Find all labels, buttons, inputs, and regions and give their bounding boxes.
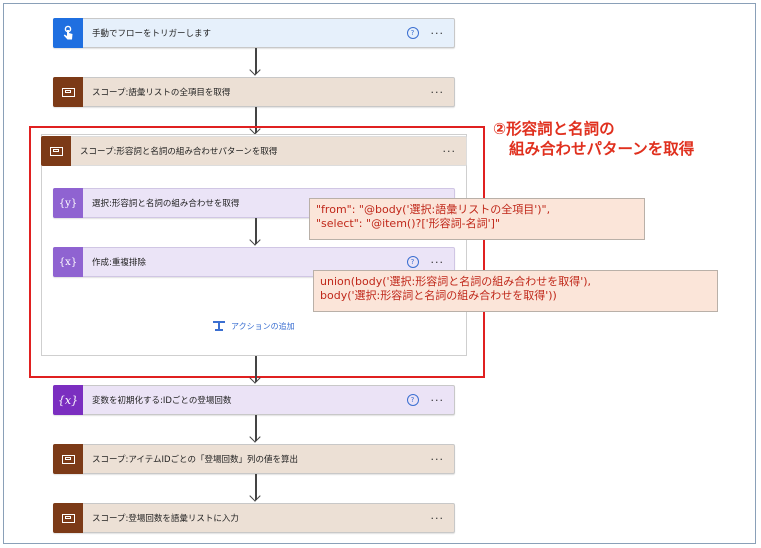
select-expression-callout: "from": "@body('選択:語彙リストの全項目')", "select… — [309, 198, 645, 240]
scope-card-input-count[interactable]: スコープ:登場回数を語彙リストに入力 ··· — [53, 503, 455, 533]
hand-touch-icon — [53, 18, 83, 48]
scope-card-item-count[interactable]: スコープ:アイテムIDごとの「登場回数」列の値を算出 ··· — [53, 444, 455, 474]
scope-card-vocab-all-items[interactable]: スコープ:語彙リストの全項目を取得 ··· — [53, 77, 455, 107]
connector-arrow — [249, 415, 262, 445]
scope-label: スコープ:語彙リストの全項目を取得 — [92, 88, 231, 98]
variable-label: 変数を初期化する:IDごとの登場回数 — [92, 396, 232, 406]
more-options-icon[interactable]: ··· — [431, 28, 445, 39]
more-options-icon[interactable]: ··· — [431, 454, 445, 465]
scope-label: スコープ:アイテムIDごとの「登場回数」列の値を算出 — [92, 455, 298, 465]
help-icon[interactable]: ? — [406, 394, 419, 406]
annotation-title: ②形容詞と名詞の 組み合わせパターンを取得 — [493, 119, 694, 159]
annotation-line1: ②形容詞と名詞の — [493, 120, 615, 138]
highlight-box — [29, 126, 485, 378]
compose-expression-callout: union(body('選択:形容詞と名詞の組み合わせを取得'), body('… — [313, 270, 718, 312]
initialize-variable-card[interactable]: {x} 変数を初期化する:IDごとの登場回数 ? ··· — [53, 385, 455, 415]
more-options-icon[interactable]: ··· — [431, 87, 445, 98]
connector-arrow — [249, 474, 262, 504]
connector-arrow — [249, 48, 262, 78]
help-icon[interactable]: ? — [406, 27, 419, 39]
more-options-icon[interactable]: ··· — [431, 513, 445, 524]
scope-icon — [53, 503, 83, 533]
scope-label: スコープ:登場回数を語彙リストに入力 — [92, 514, 239, 524]
variable-icon: {x} — [53, 385, 83, 415]
trigger-card[interactable]: 手動でフローをトリガーします ? ··· — [53, 18, 455, 48]
scope-icon — [53, 77, 83, 107]
scope-icon — [53, 444, 83, 474]
connector-arrow — [249, 356, 262, 386]
annotation-line2: 組み合わせパターンを取得 — [509, 140, 695, 158]
trigger-label: 手動でフローをトリガーします — [92, 29, 212, 39]
more-options-icon[interactable]: ··· — [431, 395, 445, 406]
